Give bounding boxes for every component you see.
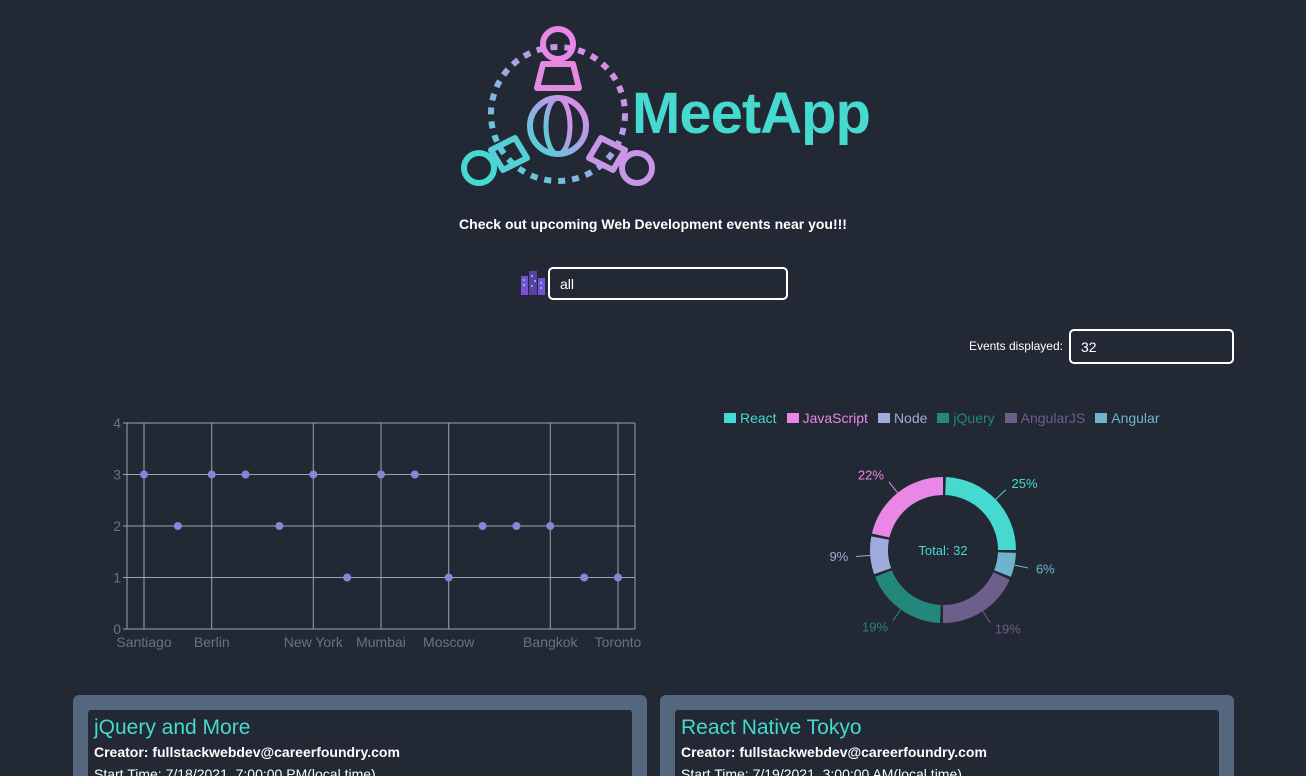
scatter-point[interactable] xyxy=(343,573,352,582)
events-per-city-scatter-chart: 01234Santiago Berlin New York Mumbai Moscow B… xyxy=(113,415,642,650)
donut-label-line xyxy=(1014,564,1029,569)
scatter-y-tick-label: 4 xyxy=(113,415,121,431)
scatter-point[interactable] xyxy=(478,522,487,530)
scatter-x-tick-label: Bangkok xyxy=(523,634,578,650)
scatter-x-tick-label: Mumbai xyxy=(356,634,406,650)
event-title: React Native Tokyo xyxy=(681,716,862,739)
legend-swatch xyxy=(1004,413,1017,423)
scatter-point[interactable] xyxy=(410,470,419,479)
event-title: jQuery and More xyxy=(94,716,251,739)
donut-label-line xyxy=(892,609,902,622)
legend-label: jQuery xyxy=(953,410,995,426)
donut-slice[interactable] xyxy=(945,477,1016,550)
scatter-x-tick-label: New York xyxy=(284,634,344,650)
legend-swatch xyxy=(786,413,799,423)
scatter-point[interactable] xyxy=(377,470,385,479)
scatter-point[interactable] xyxy=(207,470,216,479)
scatter-point[interactable] xyxy=(580,573,589,582)
scatter-point[interactable] xyxy=(173,522,182,530)
donut-slice[interactable] xyxy=(871,477,943,538)
donut-label-line xyxy=(856,554,871,557)
event-creator: Creator: fullstackwebdev@careerfoundry.c… xyxy=(681,744,987,760)
scatter-point[interactable] xyxy=(512,522,521,530)
legend-label: Angular xyxy=(1111,410,1160,426)
scatter-point[interactable] xyxy=(241,470,250,479)
event-card-body: jQuery and More Creator: fullstackwebdev… xyxy=(88,710,632,776)
legend-swatch xyxy=(937,413,950,423)
legend-label: JavaScript xyxy=(802,410,868,426)
event-card-body: React Native Tokyo Creator: fullstackweb… xyxy=(675,710,1219,776)
donut-slice-label: 9% xyxy=(829,549,848,564)
legend-item: AngularJS xyxy=(1004,410,1086,426)
scatter-point[interactable] xyxy=(140,470,148,479)
event-start-time: Start Time: 7/18/2021, 7:00:00 PM(local … xyxy=(94,766,376,776)
legend-item: React xyxy=(724,410,777,426)
page-tagline: Check out upcoming Web Development event… xyxy=(459,216,847,232)
city-buildings-icon xyxy=(521,271,545,295)
scatter-x-tick-label: Berlin xyxy=(194,634,230,650)
donut-slice[interactable] xyxy=(875,570,941,623)
event-creator: Creator: fullstackwebdev@careerfoundry.c… xyxy=(94,744,400,760)
legend-label: AngularJS xyxy=(1020,410,1086,426)
legend-label: Node xyxy=(893,410,928,426)
scatter-point[interactable] xyxy=(444,573,453,582)
donut-slice-label: 6% xyxy=(1036,562,1055,577)
donut-center-label: Total: 32 xyxy=(918,543,967,558)
donut-label-line xyxy=(982,610,991,624)
donut-slice[interactable] xyxy=(994,552,1016,577)
donut-slice[interactable] xyxy=(870,536,892,575)
app-logo-text: MeetApp xyxy=(632,81,871,146)
legend-item: Node xyxy=(877,410,928,426)
scatter-x-tick-label: Moscow xyxy=(423,634,475,650)
legend-item: jQuery xyxy=(937,410,995,426)
scatter-point[interactable] xyxy=(309,470,318,479)
event-card: jQuery and More Creator: fullstackwebdev… xyxy=(73,695,647,776)
genre-donut-chart: 25% 6% 19% 19% 9% 22% Total: 32 xyxy=(829,468,1055,637)
scatter-point[interactable] xyxy=(614,573,622,582)
scatter-y-tick-label: 2 xyxy=(113,518,121,534)
scatter-y-tick-label: 3 xyxy=(113,467,121,483)
event-card: React Native Tokyo Creator: fullstackweb… xyxy=(660,695,1234,776)
legend-swatch xyxy=(1095,413,1108,423)
legend-item: JavaScript xyxy=(786,410,868,426)
city-search-input[interactable] xyxy=(548,267,788,300)
legend-item: Angular xyxy=(1095,410,1160,426)
scatter-y-tick-label: 1 xyxy=(113,570,121,586)
donut-slice-label: 22% xyxy=(858,468,884,483)
donut-slice-label: 25% xyxy=(1012,476,1038,491)
legend-label: React xyxy=(740,410,777,426)
events-displayed-label: Events displayed: xyxy=(968,339,1063,353)
event-start-time: Start Time: 7/19/2021, 3:00:00 AM(local … xyxy=(681,766,962,776)
donut-slice-label: 19% xyxy=(995,622,1021,637)
donut-label-line xyxy=(995,489,1007,500)
donut-label-line xyxy=(888,481,898,494)
legend-swatch xyxy=(877,413,890,423)
scatter-point[interactable] xyxy=(275,522,284,530)
events-displayed-input[interactable] xyxy=(1069,329,1234,364)
scatter-x-tick-label: Toronto xyxy=(595,634,642,650)
genre-chart-legend: React JavaScript Node jQuery AngularJS Angula… xyxy=(724,410,1160,426)
donut-slice-label: 19% xyxy=(862,619,888,634)
legend-swatch xyxy=(724,413,736,423)
scatter-point[interactable] xyxy=(546,522,555,530)
scatter-x-tick-label: Santiago xyxy=(116,634,171,650)
donut-slice[interactable] xyxy=(943,572,1010,623)
